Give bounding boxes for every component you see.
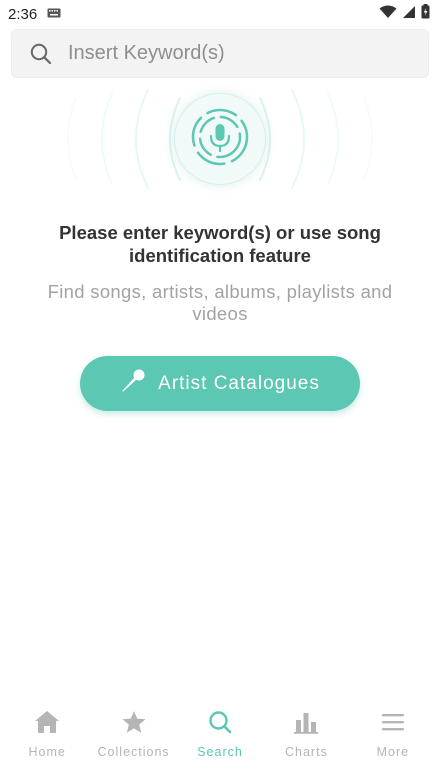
microphone-icon bbox=[189, 106, 251, 173]
nav-label-home: Home bbox=[28, 745, 66, 759]
status-time: 2:36 bbox=[8, 5, 38, 23]
battery-icon bbox=[421, 4, 430, 24]
bottom-navigation: Home Collections Search Charts More bbox=[0, 700, 440, 770]
search-screen: 2:36 Insert Keyword(s) Please enter keyw… bbox=[0, 0, 440, 770]
search-icon bbox=[207, 710, 233, 739]
search-input[interactable] bbox=[68, 42, 388, 65]
bar-chart-icon bbox=[293, 710, 319, 739]
artist-catalogues-label: Artist Catalogues bbox=[158, 372, 320, 394]
menu-icon bbox=[380, 710, 406, 739]
nav-item-collections[interactable]: Collections bbox=[90, 700, 176, 770]
song-identification-button[interactable] bbox=[174, 93, 266, 185]
nav-label-charts: Charts bbox=[285, 745, 328, 759]
karaoke-microphone-icon bbox=[120, 368, 146, 399]
prompt-subtitle: Find songs, artists, albums, playlists a… bbox=[47, 281, 393, 324]
status-bar: 2:36 bbox=[0, 0, 440, 28]
cell-signal-icon bbox=[402, 5, 416, 24]
search-icon[interactable] bbox=[30, 43, 52, 65]
keyboard-icon bbox=[47, 5, 61, 23]
song-identification-area bbox=[0, 84, 440, 194]
search-bar[interactable] bbox=[11, 29, 429, 78]
nav-label-collections: Collections bbox=[97, 745, 170, 759]
nav-item-more[interactable]: More bbox=[350, 700, 436, 770]
artist-catalogues-button[interactable]: Artist Catalogues bbox=[80, 356, 360, 411]
home-icon bbox=[34, 710, 60, 739]
prompt-title: Please enter keyword(s) or use song iden… bbox=[59, 222, 381, 266]
status-right bbox=[379, 4, 430, 24]
nav-item-charts[interactable]: Charts bbox=[263, 700, 349, 770]
star-icon bbox=[121, 710, 147, 739]
wifi-icon bbox=[379, 5, 397, 24]
nav-item-search[interactable]: Search bbox=[177, 700, 263, 770]
nav-label-search: Search bbox=[197, 745, 243, 759]
nav-item-home[interactable]: Home bbox=[4, 700, 90, 770]
nav-label-more: More bbox=[376, 745, 410, 759]
status-left: 2:36 bbox=[8, 5, 61, 23]
